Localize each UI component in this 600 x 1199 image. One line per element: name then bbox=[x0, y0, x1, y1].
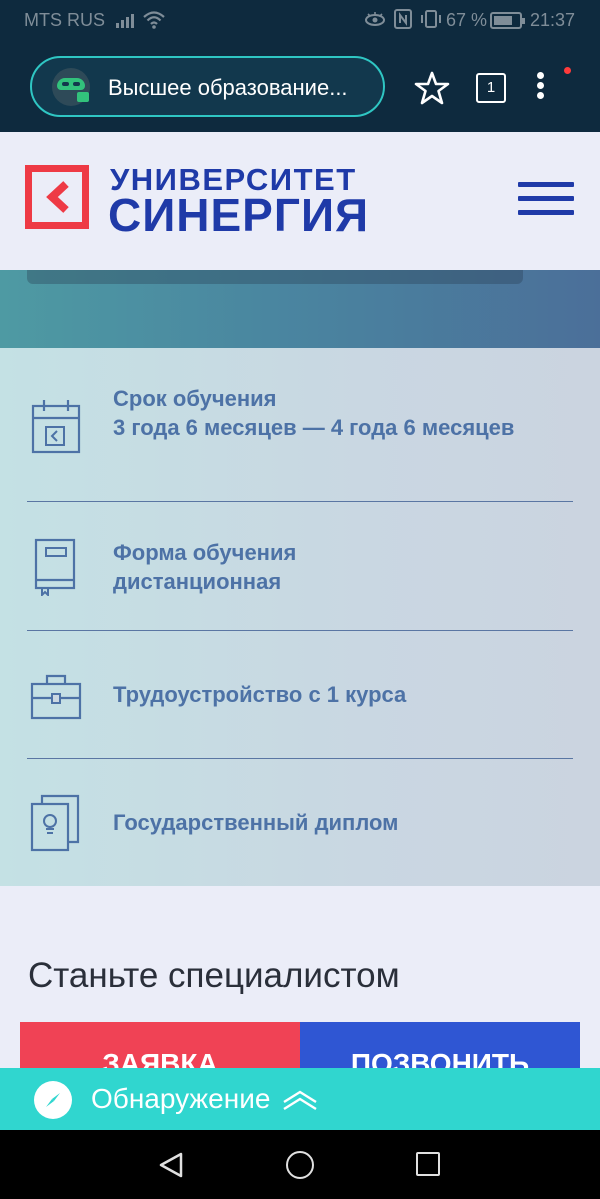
address-bar[interactable]: Высшее образование... bbox=[30, 56, 385, 117]
calendar-icon bbox=[31, 400, 81, 454]
logo-text-synergy: СИНЕРГИЯ bbox=[108, 189, 370, 241]
section-headline: Станьте специалистом bbox=[28, 956, 400, 995]
battery-icon bbox=[490, 12, 525, 29]
recent-apps-icon[interactable] bbox=[416, 1152, 440, 1176]
expand-up-icon[interactable] bbox=[282, 1088, 318, 1112]
vibrate-icon bbox=[421, 10, 441, 28]
home-icon[interactable] bbox=[286, 1151, 314, 1179]
status-bar: MTS RUS 67 % 21:37 bbox=[0, 0, 600, 42]
divider bbox=[27, 630, 573, 631]
feature-duration: Срок обучения 3 года 6 месяцев — 4 года … bbox=[0, 384, 600, 504]
discovery-label: Обнаружение bbox=[91, 1083, 271, 1114]
features-section: Срок обучения 3 года 6 месяцев — 4 года … bbox=[0, 348, 600, 886]
diploma-icon bbox=[30, 794, 80, 852]
back-icon[interactable] bbox=[158, 1151, 184, 1179]
feature-duration-value: 3 года 6 месяцев — 4 года 6 месяцев bbox=[113, 415, 515, 440]
feature-employment: Трудоустройство с 1 курса bbox=[0, 666, 600, 746]
divider bbox=[27, 501, 573, 502]
feature-diploma-label: Государственный диплом bbox=[113, 810, 399, 835]
more-vert-icon[interactable] bbox=[532, 70, 548, 106]
banner-card-edge bbox=[27, 270, 523, 284]
feature-employment-label: Трудоустройство с 1 курса bbox=[113, 682, 407, 707]
tabs-icon[interactable]: 1 bbox=[476, 73, 506, 103]
book-icon bbox=[34, 538, 76, 596]
briefcase-icon bbox=[30, 674, 82, 720]
divider bbox=[27, 758, 573, 759]
star-icon[interactable] bbox=[414, 70, 450, 106]
site-header: УНИВЕРСИТЕТ СИНЕРГИЯ bbox=[0, 132, 600, 270]
hero-banner bbox=[0, 270, 600, 348]
nfc-icon bbox=[394, 9, 412, 29]
signal-icon bbox=[116, 12, 134, 28]
feature-duration-label: Срок обучения bbox=[113, 386, 277, 411]
carrier-name: MTS RUS bbox=[24, 10, 105, 30]
battery-percent: 67 % bbox=[446, 10, 488, 30]
notification-dot bbox=[564, 67, 571, 74]
discovery-bar[interactable]: Обнаружение bbox=[0, 1068, 600, 1130]
synergy-logo-icon[interactable] bbox=[25, 165, 89, 229]
browser-toolbar: Высшее образование... 1 bbox=[0, 42, 600, 132]
apply-button[interactable]: ЗАЯВКА bbox=[20, 1022, 300, 1068]
system-nav-bar bbox=[0, 1130, 600, 1199]
wifi-icon bbox=[143, 11, 165, 29]
eye-comfort-icon bbox=[365, 12, 385, 26]
page-title-text: Высшее образование... bbox=[108, 75, 348, 100]
hamburger-menu-icon[interactable] bbox=[518, 182, 574, 218]
call-button[interactable]: ПОЗВОНИТЬ bbox=[300, 1022, 580, 1068]
incognito-icon bbox=[52, 68, 90, 106]
feature-study-form: Форма обучения дистанционная bbox=[0, 538, 600, 628]
clock: 21:37 bbox=[530, 10, 576, 30]
compass-icon bbox=[34, 1081, 72, 1119]
feature-diploma: Государственный диплом bbox=[0, 792, 600, 872]
feature-study-form-label: Форма обучения bbox=[113, 540, 297, 565]
feature-study-form-value: дистанционная bbox=[113, 569, 282, 594]
